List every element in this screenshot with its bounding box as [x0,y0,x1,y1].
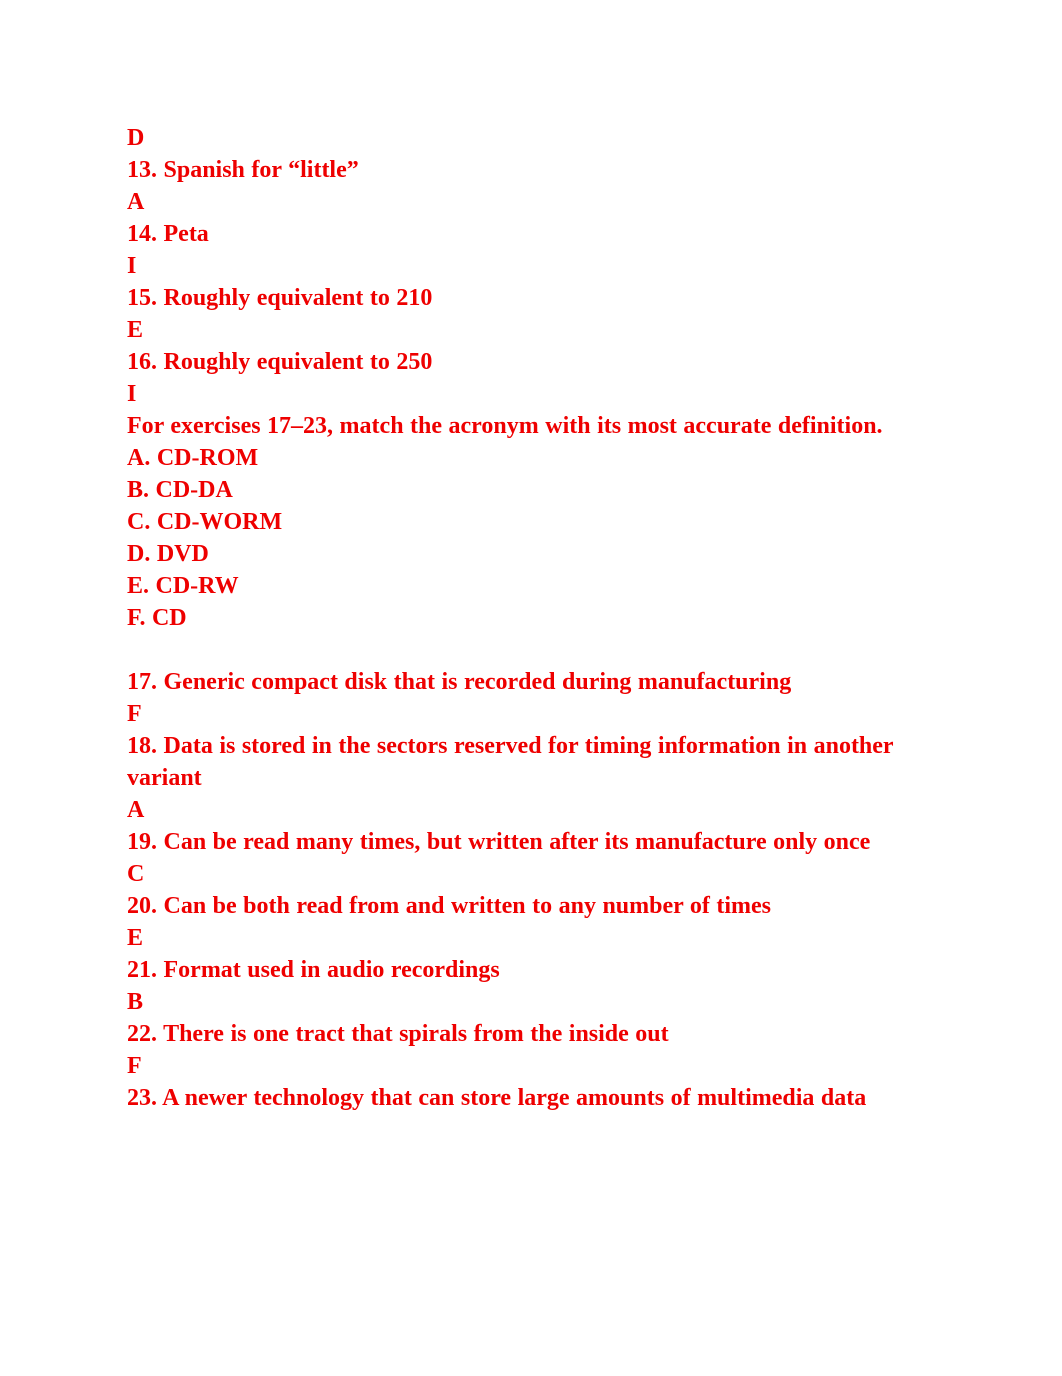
question-line: 19. Can be read many times, but written … [127,829,871,855]
question-line: 17. Generic compact disk that is recorde… [127,669,792,695]
answer-line: A [127,189,145,215]
question-line: 13. Spanish for “little” [127,157,359,183]
question-line: 18. Data is stored in the sectors reserv… [127,733,894,791]
answer-line: B [127,989,144,1015]
question-line: 20. Can be both read from and written to… [127,893,772,919]
answer-line: C [127,861,145,887]
answer-line: I [127,253,137,279]
option-line-c: C. CD-WORM [127,509,283,535]
answer-line: F [127,701,142,727]
document-body: D 13. Spanish for “little” A 14. Peta I … [127,122,937,1114]
answer-line: A [127,797,145,823]
question-line: 16. Roughly equivalent to 250 [127,349,433,375]
option-line-f: F. CD [127,605,187,631]
question-line: 14. Peta [127,221,209,247]
answer-line: F [127,1053,142,1079]
document-page: D 13. Spanish for “little” A 14. Peta I … [0,0,1062,1376]
instruction-line: For exercises 17–23, match the acronym w… [127,413,883,439]
option-line-b: B. CD-DA [127,477,233,503]
answer-line: E [127,317,144,343]
question-line: 22. There is one tract that spirals from… [127,1021,669,1047]
question-line: 23. A newer technology that can store la… [127,1085,867,1111]
option-line-a: A. CD-ROM [127,445,259,471]
option-line-d: D. DVD [127,541,209,567]
question-line: 21. Format used in audio recordings [127,957,500,983]
question-line: 15. Roughly equivalent to 210 [127,285,433,311]
answer-line: I [127,381,137,407]
answer-line: D [127,125,145,151]
answer-line: E [127,925,144,951]
option-line-e: E. CD-RW [127,573,239,599]
